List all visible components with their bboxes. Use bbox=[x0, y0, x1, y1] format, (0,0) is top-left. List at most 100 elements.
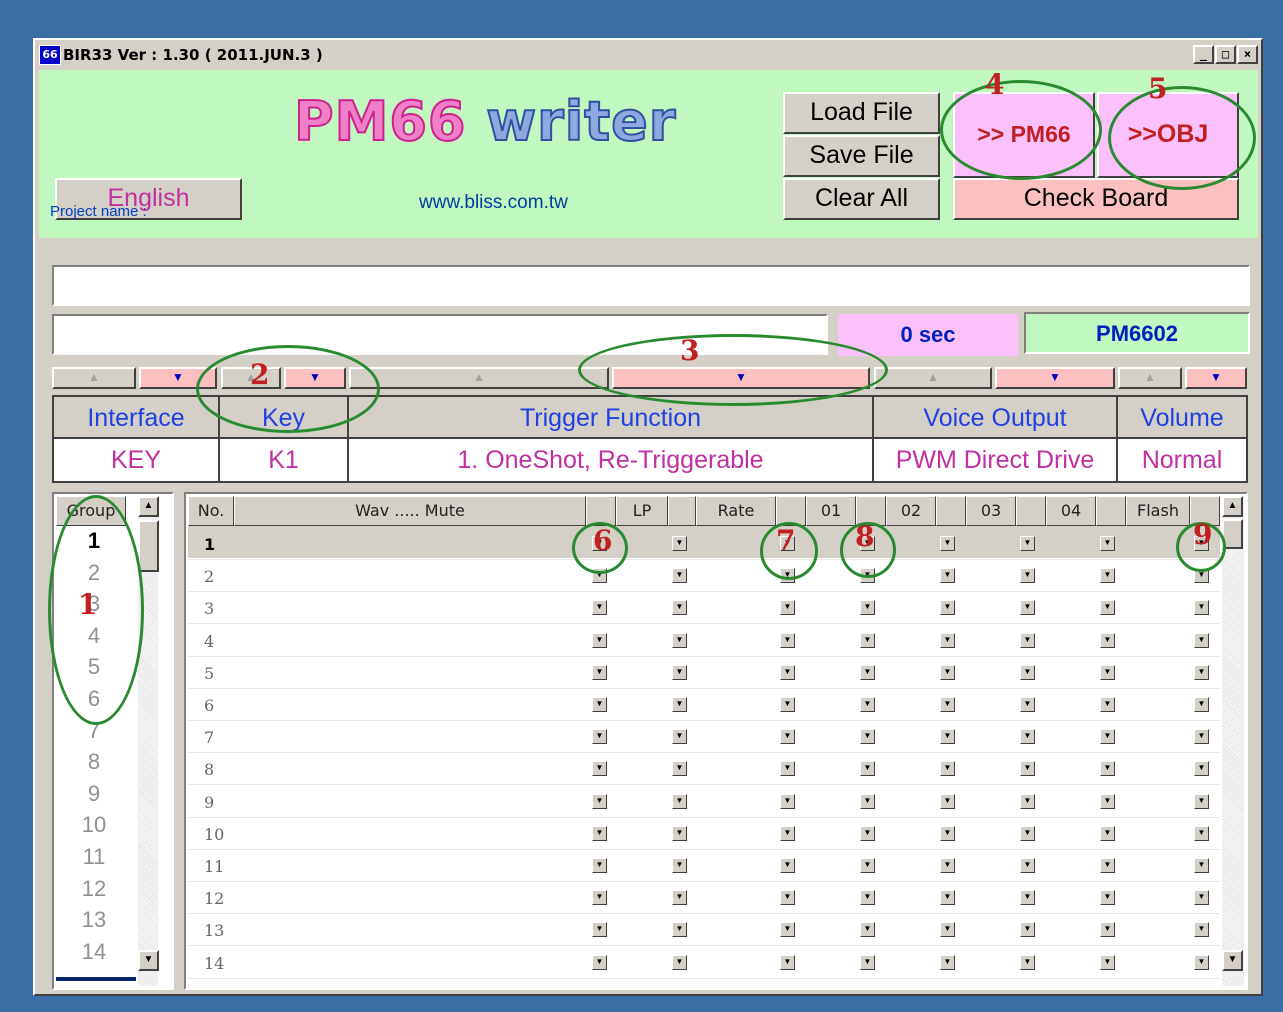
04-dropdown[interactable]: ▼ bbox=[1100, 568, 1115, 584]
voice-next-arrow[interactable]: ▼ bbox=[995, 367, 1115, 389]
02-dropdown[interactable]: ▼ bbox=[940, 729, 955, 745]
flash-dropdown[interactable]: ▼ bbox=[1194, 600, 1209, 616]
04-dropdown[interactable]: ▼ bbox=[1100, 600, 1115, 616]
01-dropdown[interactable]: ▼ bbox=[860, 729, 875, 745]
04-dropdown[interactable]: ▼ bbox=[1100, 761, 1115, 777]
interface-value[interactable]: KEY bbox=[54, 439, 220, 481]
04-dropdown[interactable]: ▼ bbox=[1100, 536, 1115, 551]
minimize-button[interactable]: _ bbox=[1193, 45, 1214, 64]
lp-dropdown[interactable]: ▼ bbox=[672, 729, 687, 745]
mute-dropdown[interactable]: ▼ bbox=[592, 600, 607, 616]
flash-dropdown[interactable]: ▼ bbox=[1194, 793, 1209, 809]
03-dropdown[interactable]: ▼ bbox=[1020, 825, 1035, 841]
01-dropdown[interactable]: ▼ bbox=[860, 858, 875, 873]
mute-dropdown[interactable]: ▼ bbox=[592, 858, 607, 873]
03-dropdown[interactable]: ▼ bbox=[1020, 600, 1035, 616]
01-dropdown[interactable]: ▼ bbox=[860, 632, 875, 648]
trigger-function-value[interactable]: 1. OneShot, Re-Triggerable bbox=[349, 439, 874, 481]
lp-dropdown[interactable]: ▼ bbox=[672, 890, 687, 906]
mute-dropdown[interactable]: ▼ bbox=[592, 793, 607, 809]
01-dropdown[interactable]: ▼ bbox=[860, 922, 875, 938]
clear-all-button[interactable]: Clear All bbox=[783, 178, 940, 220]
lp-dropdown[interactable]: ▼ bbox=[672, 664, 687, 680]
01-dropdown[interactable]: ▼ bbox=[860, 697, 875, 712]
grid-scroll-up-button[interactable]: ▲ bbox=[1222, 496, 1243, 517]
group-item[interactable]: 8 bbox=[56, 749, 132, 775]
rate-dropdown[interactable]: ▼ bbox=[780, 825, 795, 841]
rate-dropdown[interactable]: ▼ bbox=[780, 890, 795, 906]
02-dropdown[interactable]: ▼ bbox=[940, 922, 955, 938]
project-name-input[interactable] bbox=[52, 265, 1250, 306]
mute-dropdown[interactable]: ▼ bbox=[592, 954, 607, 970]
03-dropdown[interactable]: ▼ bbox=[1020, 761, 1035, 777]
03-dropdown[interactable]: ▼ bbox=[1020, 568, 1035, 584]
key-value[interactable]: K1 bbox=[220, 439, 349, 481]
rate-dropdown[interactable]: ▼ bbox=[780, 922, 795, 938]
01-dropdown[interactable]: ▼ bbox=[860, 793, 875, 809]
lp-dropdown[interactable]: ▼ bbox=[672, 922, 687, 938]
mute-dropdown[interactable]: ▼ bbox=[592, 890, 607, 906]
interface-prev-arrow[interactable]: ▲ bbox=[52, 367, 136, 389]
rate-dropdown[interactable]: ▼ bbox=[780, 632, 795, 648]
mute-dropdown[interactable]: ▼ bbox=[592, 761, 607, 777]
lp-dropdown[interactable]: ▼ bbox=[672, 761, 687, 777]
save-file-button[interactable]: Save File bbox=[783, 135, 940, 177]
flash-dropdown[interactable]: ▼ bbox=[1194, 825, 1209, 841]
04-dropdown[interactable]: ▼ bbox=[1100, 922, 1115, 938]
grid-scroll-track[interactable] bbox=[1222, 496, 1244, 986]
04-dropdown[interactable]: ▼ bbox=[1100, 729, 1115, 745]
04-dropdown[interactable]: ▼ bbox=[1100, 825, 1115, 841]
group-item[interactable]: 11 bbox=[56, 844, 132, 870]
mute-dropdown[interactable]: ▼ bbox=[592, 922, 607, 938]
04-dropdown[interactable]: ▼ bbox=[1100, 858, 1115, 873]
flash-dropdown[interactable]: ▼ bbox=[1194, 890, 1209, 906]
group-scroll-up-button[interactable]: ▲ bbox=[138, 496, 159, 517]
03-dropdown[interactable]: ▼ bbox=[1020, 536, 1035, 551]
01-dropdown[interactable]: ▼ bbox=[860, 825, 875, 841]
maximize-button[interactable]: □ bbox=[1215, 45, 1236, 64]
02-dropdown[interactable]: ▼ bbox=[940, 890, 955, 906]
volume-value[interactable]: Normal bbox=[1118, 439, 1246, 481]
flash-dropdown[interactable]: ▼ bbox=[1194, 858, 1209, 873]
03-dropdown[interactable]: ▼ bbox=[1020, 890, 1035, 906]
rate-dropdown[interactable]: ▼ bbox=[780, 793, 795, 809]
flash-dropdown[interactable]: ▼ bbox=[1194, 761, 1209, 777]
03-dropdown[interactable]: ▼ bbox=[1020, 922, 1035, 938]
02-dropdown[interactable]: ▼ bbox=[940, 536, 955, 551]
mute-dropdown[interactable]: ▼ bbox=[592, 825, 607, 841]
flash-dropdown[interactable]: ▼ bbox=[1194, 729, 1209, 745]
02-dropdown[interactable]: ▼ bbox=[940, 632, 955, 648]
01-dropdown[interactable]: ▼ bbox=[860, 761, 875, 777]
01-dropdown[interactable]: ▼ bbox=[860, 664, 875, 680]
lp-dropdown[interactable]: ▼ bbox=[672, 568, 687, 584]
04-dropdown[interactable]: ▼ bbox=[1100, 890, 1115, 906]
group-item[interactable]: 9 bbox=[56, 781, 132, 807]
lp-dropdown[interactable]: ▼ bbox=[672, 536, 687, 551]
01-dropdown[interactable]: ▼ bbox=[860, 890, 875, 906]
02-dropdown[interactable]: ▼ bbox=[940, 664, 955, 680]
flash-dropdown[interactable]: ▼ bbox=[1194, 664, 1209, 680]
lp-dropdown[interactable]: ▼ bbox=[672, 600, 687, 616]
03-dropdown[interactable]: ▼ bbox=[1020, 697, 1035, 712]
flash-dropdown[interactable]: ▼ bbox=[1194, 697, 1209, 712]
02-dropdown[interactable]: ▼ bbox=[940, 858, 955, 873]
lp-dropdown[interactable]: ▼ bbox=[672, 793, 687, 809]
lp-dropdown[interactable]: ▼ bbox=[672, 825, 687, 841]
02-dropdown[interactable]: ▼ bbox=[940, 761, 955, 777]
volume-next-arrow[interactable]: ▼ bbox=[1185, 367, 1247, 389]
lp-dropdown[interactable]: ▼ bbox=[672, 954, 687, 970]
close-button[interactable]: × bbox=[1237, 45, 1258, 64]
02-dropdown[interactable]: ▼ bbox=[940, 954, 955, 970]
mute-dropdown[interactable]: ▼ bbox=[592, 697, 607, 712]
rate-dropdown[interactable]: ▼ bbox=[780, 664, 795, 680]
flash-dropdown[interactable]: ▼ bbox=[1194, 632, 1209, 648]
grid-scroll-down-button[interactable]: ▼ bbox=[1222, 950, 1243, 971]
lp-dropdown[interactable]: ▼ bbox=[672, 858, 687, 873]
02-dropdown[interactable]: ▼ bbox=[940, 793, 955, 809]
01-dropdown[interactable]: ▼ bbox=[860, 600, 875, 616]
flash-dropdown[interactable]: ▼ bbox=[1194, 954, 1209, 970]
flash-dropdown[interactable]: ▼ bbox=[1194, 922, 1209, 938]
04-dropdown[interactable]: ▼ bbox=[1100, 632, 1115, 648]
rate-dropdown[interactable]: ▼ bbox=[780, 697, 795, 712]
03-dropdown[interactable]: ▼ bbox=[1020, 729, 1035, 745]
